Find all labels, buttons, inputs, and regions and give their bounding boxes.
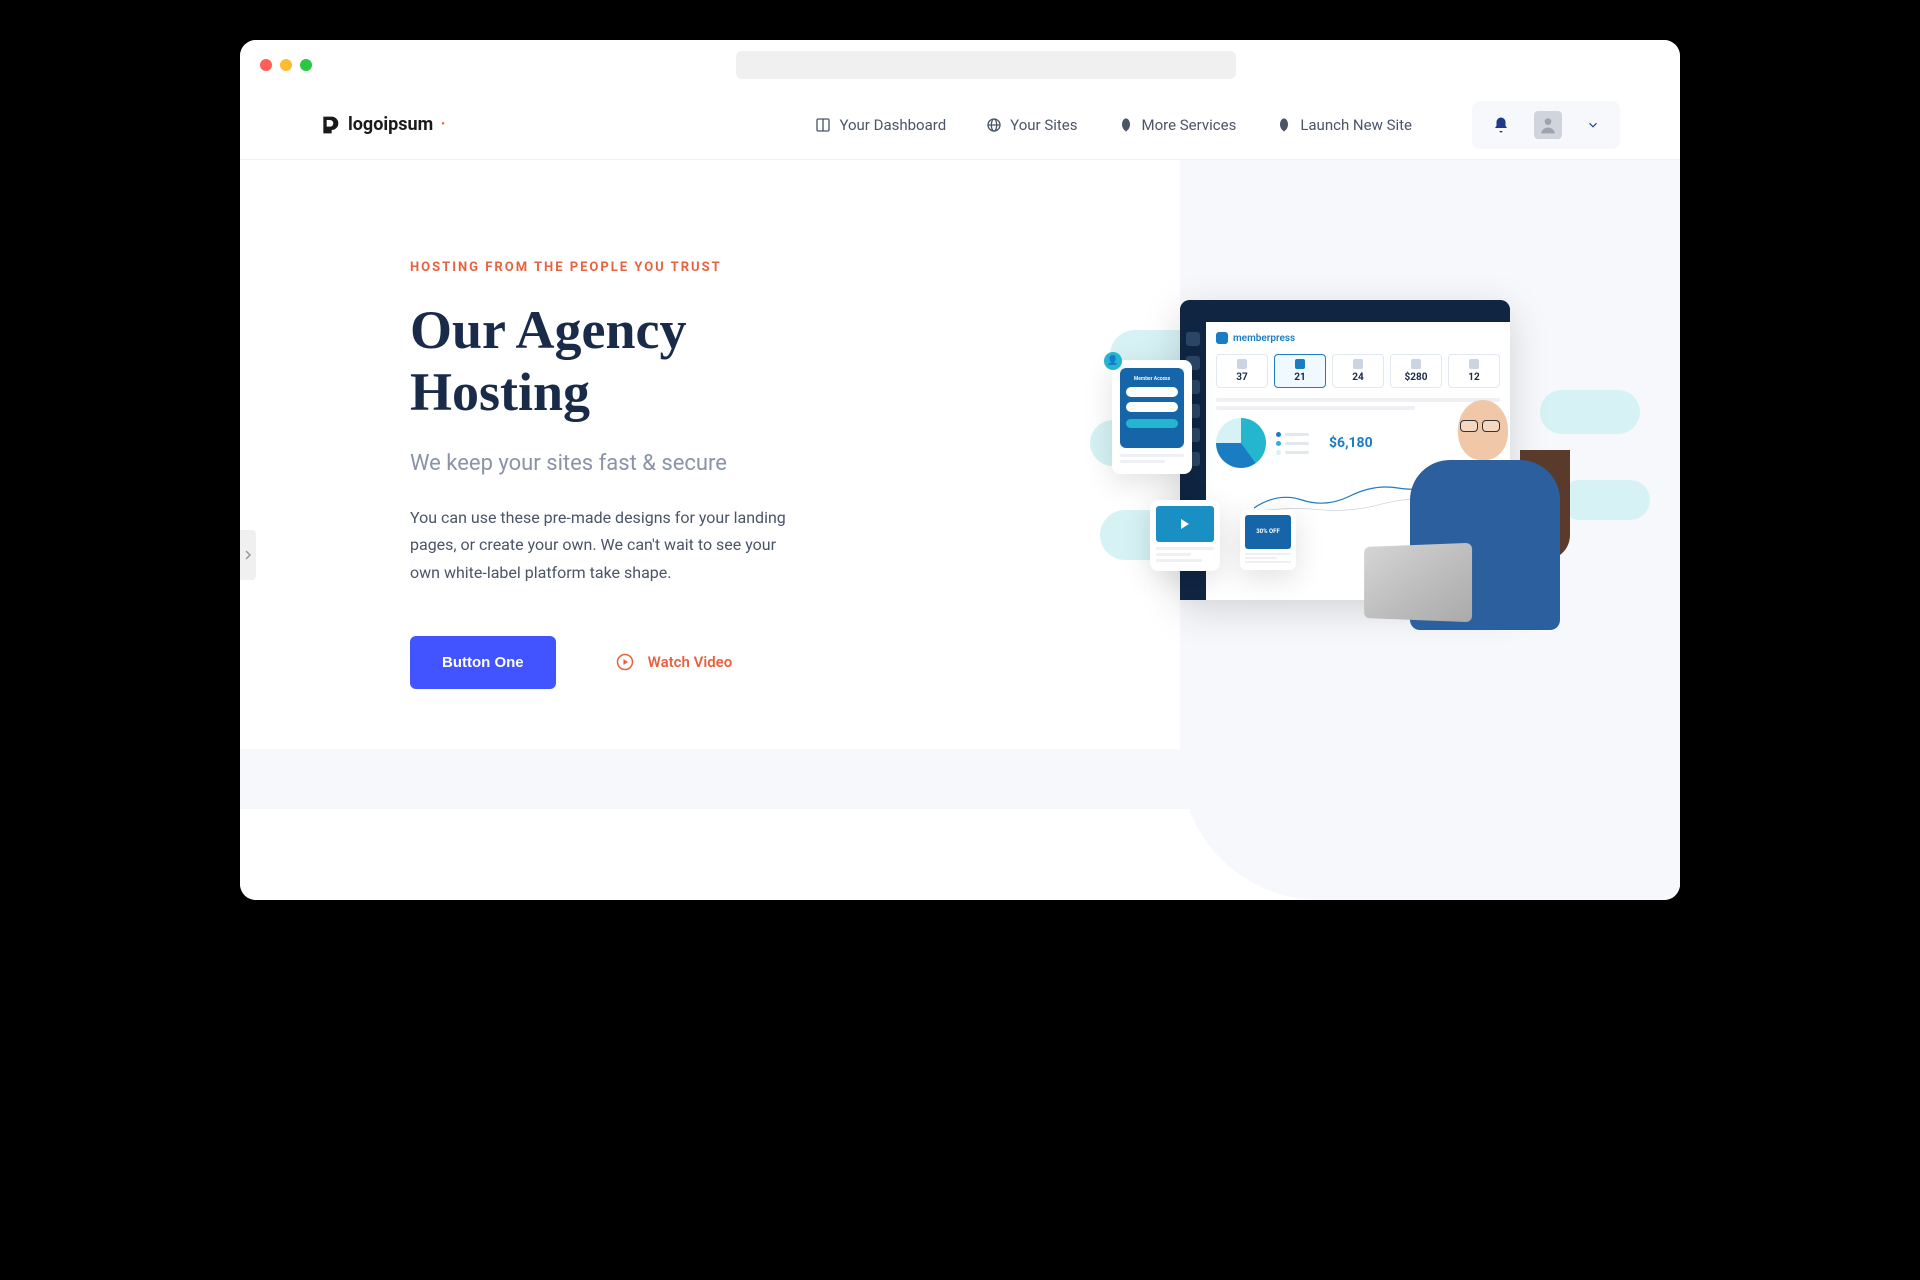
primary-cta-button[interactable]: Button One (410, 636, 556, 689)
traffic-lights (260, 59, 312, 71)
subhead: We keep your sites fast & secure (410, 451, 830, 476)
minimize-window-button[interactable] (280, 59, 292, 71)
browser-window: logoipsum• Your Dashboard Your Sites Mor… (240, 40, 1680, 900)
nav-label: Your Dashboard (839, 116, 946, 134)
pie-chart-icon (1216, 418, 1266, 468)
play-icon (1181, 519, 1189, 529)
chevron-down-icon[interactable] (1586, 118, 1600, 132)
dashboard-brand: memberpress (1216, 332, 1500, 344)
stat-card: 24 (1332, 354, 1384, 388)
topbar: logoipsum• Your Dashboard Your Sites Mor… (240, 90, 1680, 160)
user-area (1472, 101, 1620, 149)
nav-dashboard[interactable]: Your Dashboard (815, 116, 946, 134)
main-nav: Your Dashboard Your Sites More Services … (815, 116, 1412, 134)
content: HOSTING FROM THE PEOPLE YOU TRUST Our Ag… (240, 160, 1680, 900)
login-card-mockup: 👤 Member Access (1112, 360, 1192, 474)
laptop-icon (1364, 543, 1472, 623)
nav-services[interactable]: More Services (1118, 116, 1237, 134)
hero-illustration: memberpress 37 21 24 $280 12 (1110, 300, 1590, 660)
user-icon (1538, 115, 1558, 135)
hero-text: HOSTING FROM THE PEOPLE YOU TRUST Our Ag… (410, 260, 830, 689)
headline: Our Agency Hosting (410, 299, 830, 423)
body-copy: You can use these pre-made designs for y… (410, 504, 790, 586)
memberpress-icon (1216, 332, 1228, 344)
offer-badge: 30% OFF (1245, 515, 1291, 549)
offer-card-mockup: 30% OFF (1240, 510, 1296, 570)
nav-sites[interactable]: Your Sites (986, 116, 1077, 134)
logo[interactable]: logoipsum• (320, 114, 445, 135)
rocket-icon (1276, 117, 1292, 133)
watch-video-link[interactable]: Watch Video (616, 653, 733, 671)
logo-text: logoipsum (348, 114, 433, 135)
user-badge-icon: 👤 (1104, 352, 1122, 370)
globe-icon (986, 117, 1002, 133)
cta-row: Button One Watch Video (410, 636, 830, 689)
nav-label: More Services (1142, 116, 1237, 134)
browser-chrome (240, 40, 1680, 90)
nav-label: Your Sites (1010, 116, 1077, 134)
avatar[interactable] (1534, 111, 1562, 139)
rocket-icon (1118, 117, 1134, 133)
close-window-button[interactable] (260, 59, 272, 71)
play-circle-icon (616, 653, 634, 671)
stat-card: 37 (1216, 354, 1268, 388)
watch-video-label: Watch Video (648, 653, 733, 671)
stat-card: 21 (1274, 354, 1326, 388)
revenue-figure: $6,180 (1329, 435, 1373, 451)
eyebrow: HOSTING FROM THE PEOPLE YOU TRUST (410, 260, 830, 275)
logo-icon (320, 115, 340, 135)
video-card-mockup (1150, 500, 1220, 571)
nav-label: Launch New Site (1300, 116, 1412, 134)
nav-launch[interactable]: Launch New Site (1276, 116, 1412, 134)
person-illustration (1400, 370, 1570, 630)
hero: HOSTING FROM THE PEOPLE YOU TRUST Our Ag… (240, 160, 1680, 749)
maximize-window-button[interactable] (300, 59, 312, 71)
bell-icon[interactable] (1492, 116, 1510, 134)
dashboard-icon (815, 117, 831, 133)
url-bar[interactable] (736, 51, 1236, 79)
